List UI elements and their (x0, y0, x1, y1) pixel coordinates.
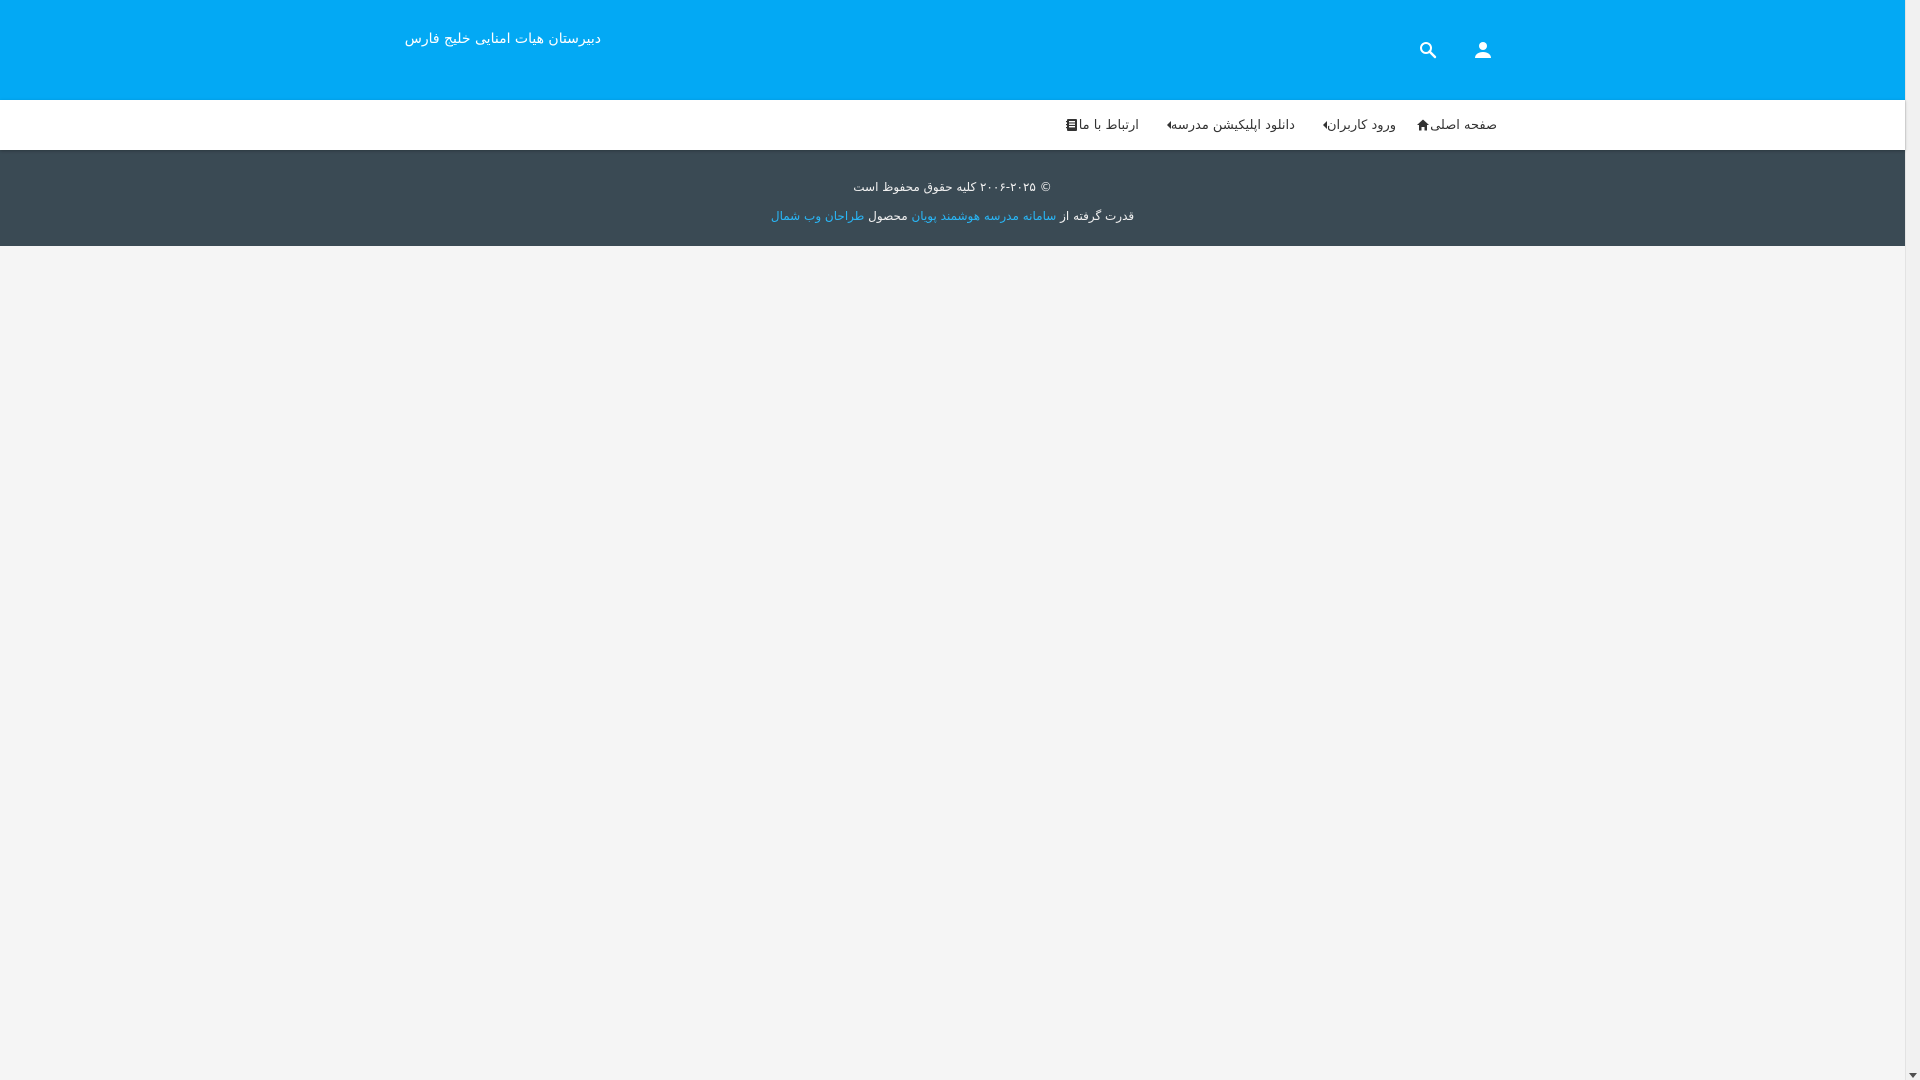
footer-powered-prefix: قدرت گرفته از (1060, 209, 1135, 223)
nav-item-user-login[interactable]: ورود کاربران (1309, 100, 1396, 150)
nav-item-contact-label: ارتباط با ما (1078, 117, 1139, 133)
footer-product-word: محصول (868, 209, 908, 223)
search-icon[interactable] (1416, 38, 1440, 62)
user-icon[interactable] (1471, 38, 1495, 62)
contact-book-icon (1065, 118, 1079, 132)
home-icon (1416, 118, 1430, 132)
footer-copyright: © ۲۰۰۶-۲۰۲۵ کلیه حقوق محفوظ است (853, 180, 1052, 194)
footer: © ۲۰۰۶-۲۰۲۵ کلیه حقوق محفوظ است قدرت گرف… (0, 150, 1905, 246)
caret-left-icon (1166, 121, 1171, 129)
nav-item-download-app[interactable]: دانلود اپلیکیشن مدرسه (1153, 100, 1295, 150)
search-icon-svg (1420, 42, 1437, 59)
header-bar: دبیرستان هیات امنایی خلیج فارس (0, 0, 1905, 100)
nav-list: صفحه اصلی ورود کاربران دانلود اپلیکیشن م… (1059, 100, 1497, 150)
user-icon-svg (1475, 42, 1491, 58)
nav-item-user-login-label: ورود کاربران (1326, 117, 1397, 133)
nav-item-contact[interactable]: ارتباط با ما (1059, 100, 1139, 150)
main-navbar: صفحه اصلی ورود کاربران دانلود اپلیکیشن م… (0, 100, 1905, 150)
site-title[interactable]: دبیرستان هیات امنایی خلیج فارس (397, 31, 601, 47)
nav-item-home[interactable]: صفحه اصلی (1410, 100, 1497, 150)
vertical-scrollbar[interactable] (1905, 0, 1920, 1080)
footer-product-link[interactable]: سامانه مدرسه هوشمند پویان (911, 209, 1056, 223)
nav-item-download-app-label: دانلود اپلیکیشن مدرسه (1170, 117, 1295, 133)
footer-company-link[interactable]: طراحان وب شمال (771, 209, 864, 223)
nav-item-home-label: صفحه اصلی (1430, 117, 1497, 133)
scroll-down-arrow-icon[interactable] (1909, 1073, 1917, 1078)
page: دبیرستان هیات امنایی خلیج فارس صفحه اصلی… (0, 0, 1905, 1080)
footer-powered-by: قدرت گرفته از سامانه مدرسه هوشمند پویان … (0, 209, 1905, 223)
caret-left-icon (1322, 121, 1327, 129)
